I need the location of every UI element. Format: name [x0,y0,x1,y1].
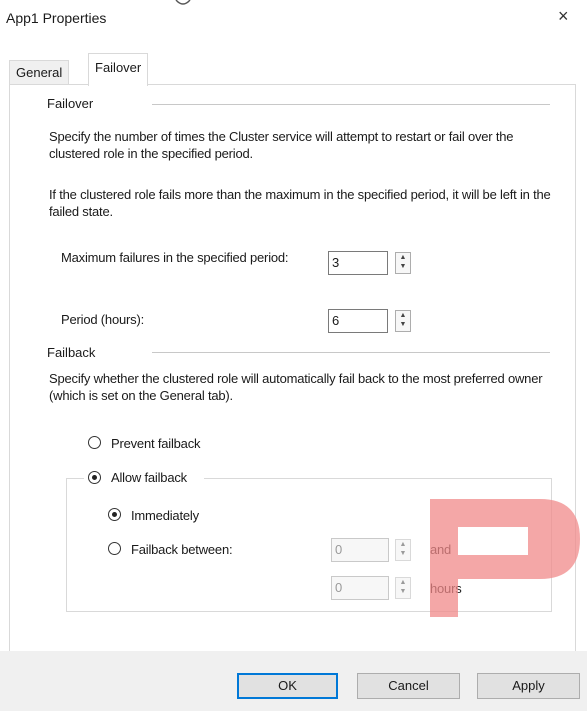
failover-description-2: If the clustered role fails more than th… [49,187,551,219]
cancel-button[interactable]: Cancel [357,673,460,699]
failback-end-spin-button[interactable]: ▲ ▼ [395,577,411,599]
apply-button[interactable]: Apply [477,673,580,699]
period-input[interactable]: 6 [328,309,388,333]
max-failures-input[interactable]: 3 [328,251,388,275]
immediately-label[interactable]: Immediately [131,507,199,524]
allow-failback-label[interactable]: Allow failback [111,469,187,486]
period-label: Period (hours): [61,312,144,327]
failover-heading: Failover [47,96,94,111]
tab-general[interactable]: General [9,60,70,85]
failback-end-hour-value: 0 [335,580,343,595]
failback-heading: Failback [47,345,96,360]
max-failures-label: Maximum failures in the specified period… [61,250,289,265]
failback-between-label[interactable]: Failback between: [131,541,233,558]
failback-separator [152,352,550,353]
window-title: App1 Properties [6,10,107,26]
period-value: 6 [332,313,340,328]
prevent-failback-label[interactable]: Prevent failback [111,435,200,452]
failover-description-1: Specify the number of times the Cluster … [49,129,514,161]
tab-failover[interactable]: Failover [88,53,149,86]
period-spin-button[interactable]: ▲ ▼ [395,310,411,332]
max-failures-value: 3 [332,255,340,270]
busy-cursor-icon [174,0,192,13]
failback-start-hour-input[interactable]: 0 [331,538,389,562]
ok-button[interactable]: OK [237,673,338,699]
close-icon[interactable]: × [558,6,569,27]
allow-failback-radio[interactable] [88,471,101,484]
prevent-failback-radio[interactable] [88,436,101,449]
failback-description: Specify whether the clustered role will … [49,371,543,403]
failover-separator [152,104,550,105]
max-failures-spin-button[interactable]: ▲ ▼ [395,252,411,274]
watermark-logo [430,499,587,617]
failback-between-radio[interactable] [108,542,121,555]
tab-failover-label: Failover [95,60,142,75]
failback-end-hour-input[interactable]: 0 [331,576,389,600]
failback-start-hour-value: 0 [335,542,343,557]
immediately-radio[interactable] [108,508,121,521]
failback-start-spin-button[interactable]: ▲ ▼ [395,539,411,561]
